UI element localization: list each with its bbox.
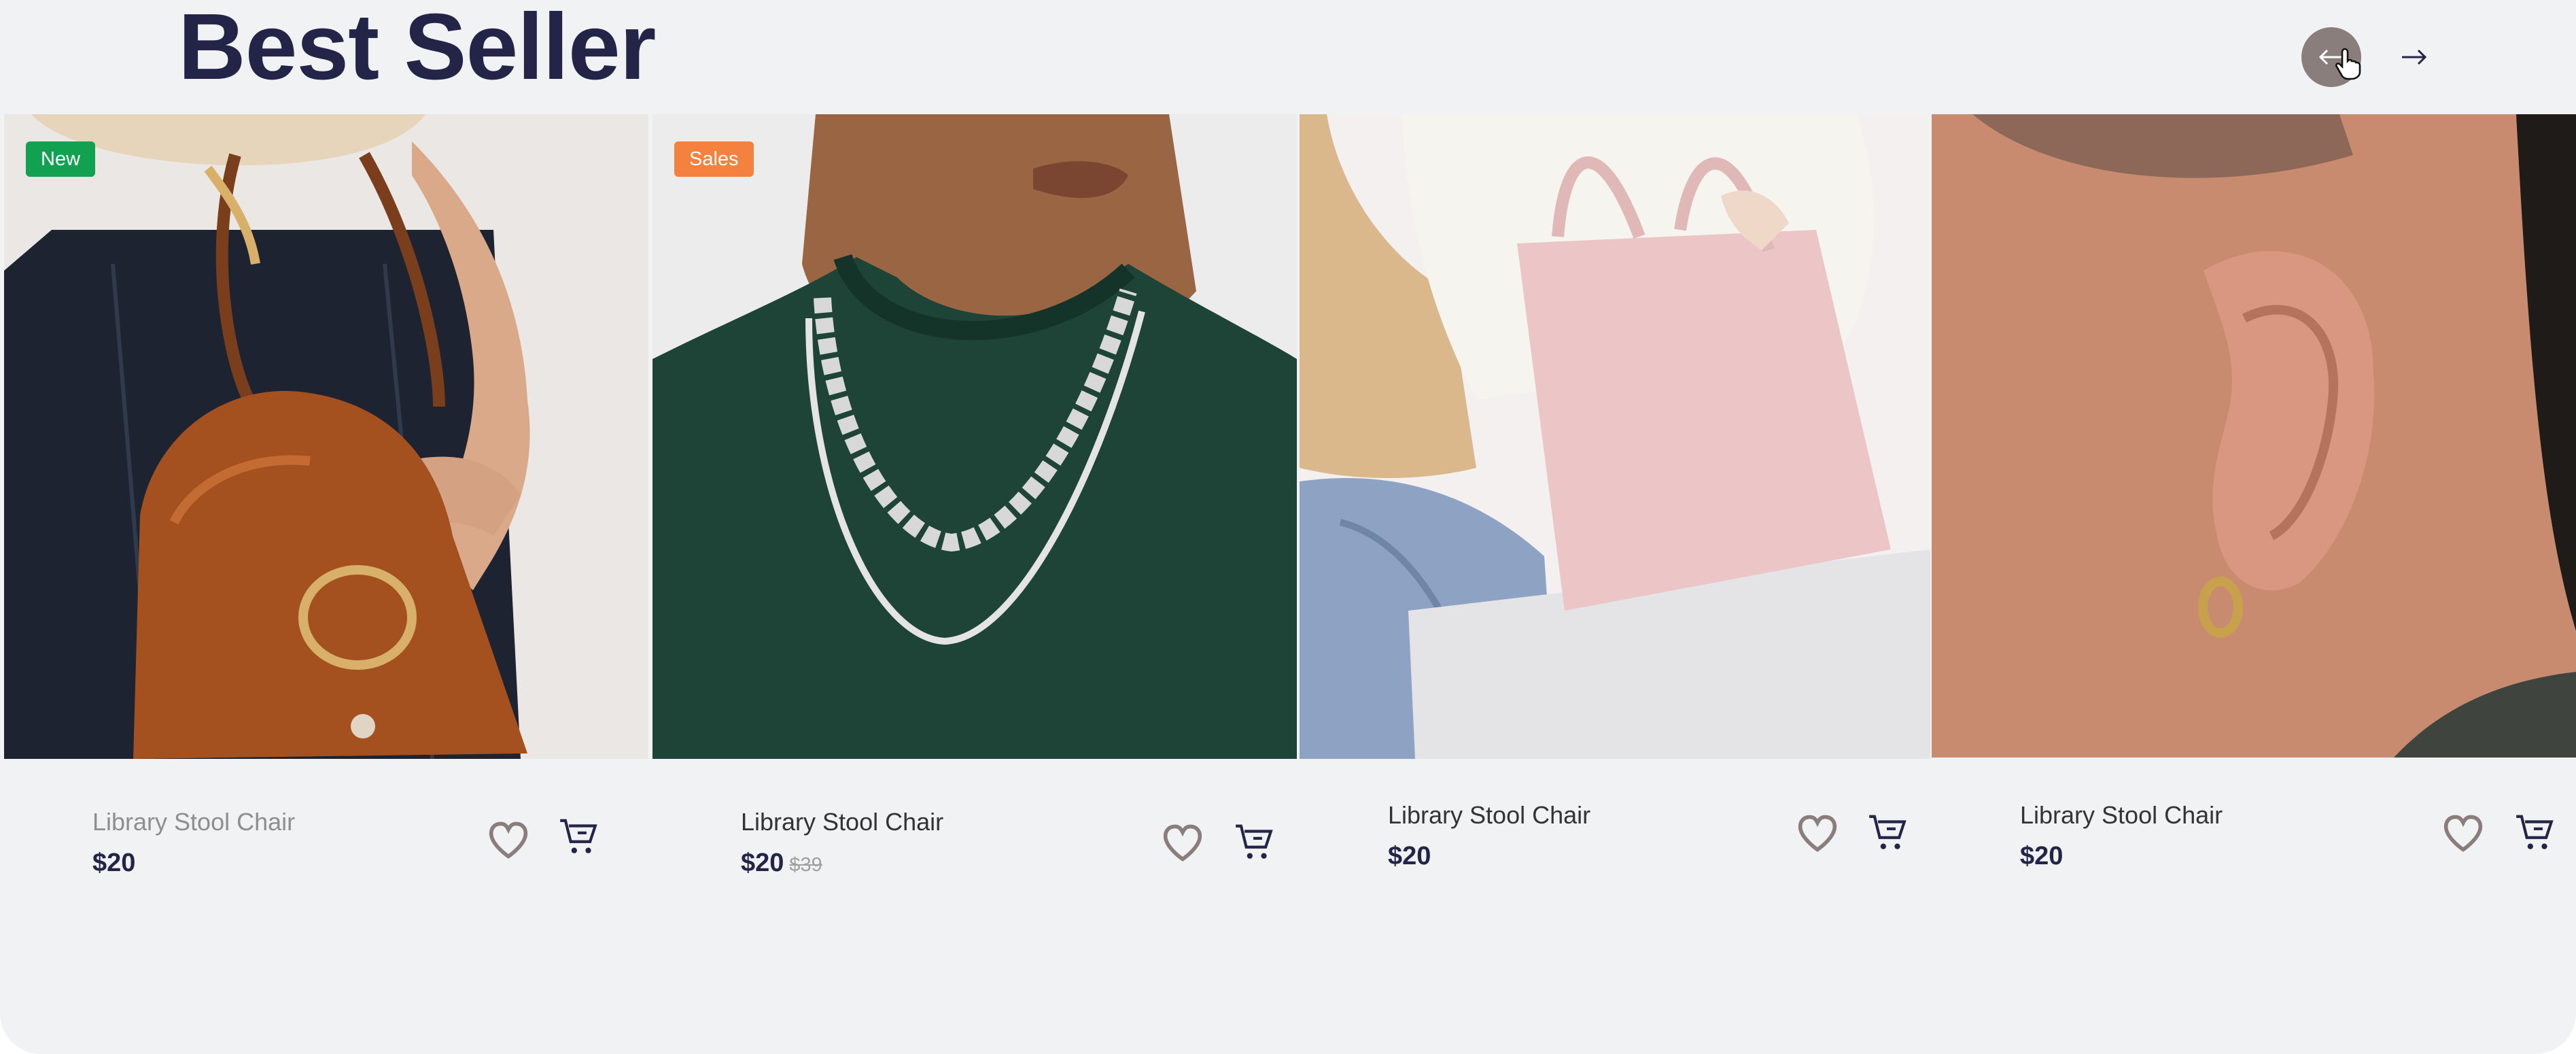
product-photo-gold-earring	[1932, 114, 2576, 758]
product-price: $20	[92, 849, 135, 878]
original-price: $39	[789, 854, 822, 876]
section-title: Best Seller	[178, 0, 656, 99]
wishlist-button[interactable]	[1158, 817, 1207, 866]
arrow-right-icon	[2402, 49, 2427, 65]
product-name[interactable]: Library Stool Chair	[741, 808, 943, 836]
wishlist-button[interactable]	[2439, 808, 2488, 857]
wishlist-button[interactable]	[1793, 808, 1842, 857]
current-price: $20	[1388, 842, 1431, 870]
cart-icon	[2516, 815, 2554, 849]
hand-cursor-icon	[2335, 48, 2361, 80]
product-price: $20 $39	[741, 849, 822, 878]
product-price: $20	[2020, 842, 2063, 871]
product-photo-pink-tote	[1300, 114, 1930, 759]
heart-icon	[489, 821, 528, 859]
product-card[interactable]: Library Stool Chair $20	[1932, 114, 2576, 870]
current-price: $20	[2020, 842, 2064, 870]
product-image[interactable]: New	[4, 114, 648, 759]
cart-icon	[1869, 815, 1907, 849]
add-to-cart-button[interactable]	[1862, 808, 1911, 857]
current-price: $20	[741, 849, 784, 877]
product-name[interactable]: Library Stool Chair	[2020, 801, 2223, 830]
cart-icon	[560, 819, 597, 853]
best-seller-section: Best Seller New Library Stool Chair $20 …	[0, 0, 2576, 1054]
product-card[interactable]: New Library Stool Chair $20	[4, 114, 648, 877]
heart-icon	[2443, 815, 2483, 852]
heart-icon	[1798, 815, 1837, 852]
add-to-cart-button[interactable]	[553, 812, 602, 861]
product-image[interactable]: Sales	[652, 114, 1297, 759]
product-badge: New	[26, 141, 96, 177]
current-price: $20	[92, 849, 136, 877]
wishlist-button[interactable]	[484, 815, 533, 864]
product-card[interactable]: Library Stool Chair $20	[1300, 114, 1944, 870]
product-image[interactable]	[1932, 114, 2576, 758]
product-photo-brown-bag	[4, 114, 648, 759]
product-card[interactable]: Sales Library Stool Chair $20 $39	[652, 114, 1297, 877]
carousel-next-button[interactable]	[2384, 27, 2444, 87]
product-image[interactable]	[1300, 114, 1944, 759]
product-badge: Sales	[674, 141, 754, 177]
heart-icon	[1163, 824, 1202, 862]
add-to-cart-button[interactable]	[1229, 817, 1278, 866]
cart-icon	[1236, 824, 1273, 859]
product-photo-silver-chain	[652, 114, 1297, 759]
product-name[interactable]: Library Stool Chair	[1388, 801, 1590, 830]
add-to-cart-button[interactable]	[2509, 808, 2558, 857]
product-price: $20	[1388, 842, 1431, 871]
product-name[interactable]: Library Stool Chair	[92, 808, 295, 836]
